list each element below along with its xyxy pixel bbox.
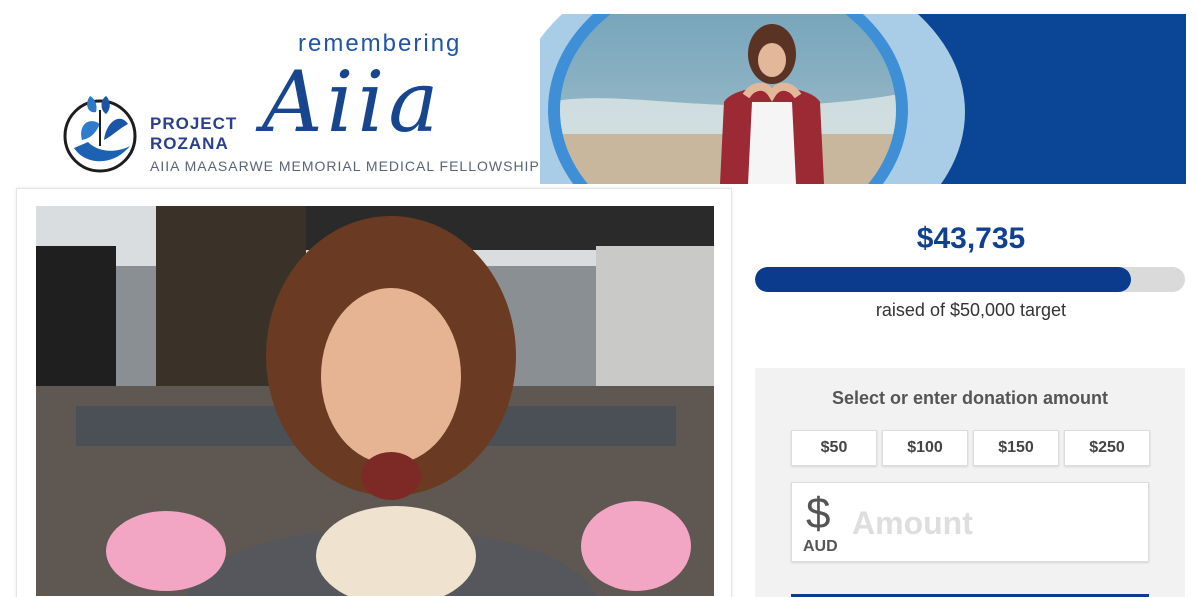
name-script-logo: Aiia [262, 53, 443, 151]
banner-portrait-image [540, 14, 1186, 184]
header-banner: PROJECT ROZANA remembering Aiia AIIA MAA… [0, 0, 1198, 184]
amount-button-50[interactable]: $50 [791, 430, 877, 466]
fellowship-subtitle: AIIA MAASARWE MEMORIAL MEDICAL FELLOWSHI… [150, 158, 540, 174]
custom-amount-field[interactable]: $ AUD [791, 482, 1149, 562]
campaign-photo-card [16, 188, 732, 597]
amount-button-150[interactable]: $150 [973, 430, 1059, 466]
raised-caption: raised of $50,000 target [875, 300, 1067, 320]
project-rozana-logo-icon [63, 96, 137, 173]
progress-bar-fill [755, 267, 1132, 292]
amount-input[interactable] [852, 501, 1142, 545]
amount-button-250[interactable]: $250 [1064, 430, 1150, 466]
donation-form: Select or enter donation amount $50 $100… [755, 368, 1185, 597]
dollar-sign-icon: $ [806, 489, 831, 538]
preset-amounts: $50 $100 $150 $250 [791, 430, 1150, 466]
project-rozana-wordmark: PROJECT ROZANA [150, 114, 237, 154]
campaign-photo [36, 206, 714, 596]
logo-line-rozana: ROZANA [150, 134, 229, 153]
donation-form-title: Select or enter donation amount [831, 388, 1109, 408]
amount-raised: $43,735 [916, 222, 1026, 255]
amount-button-100[interactable]: $100 [882, 430, 968, 466]
fundraising-progress-bar [755, 267, 1185, 292]
logo-line-project: PROJECT [150, 114, 238, 133]
currency-code: AUD [803, 538, 838, 555]
